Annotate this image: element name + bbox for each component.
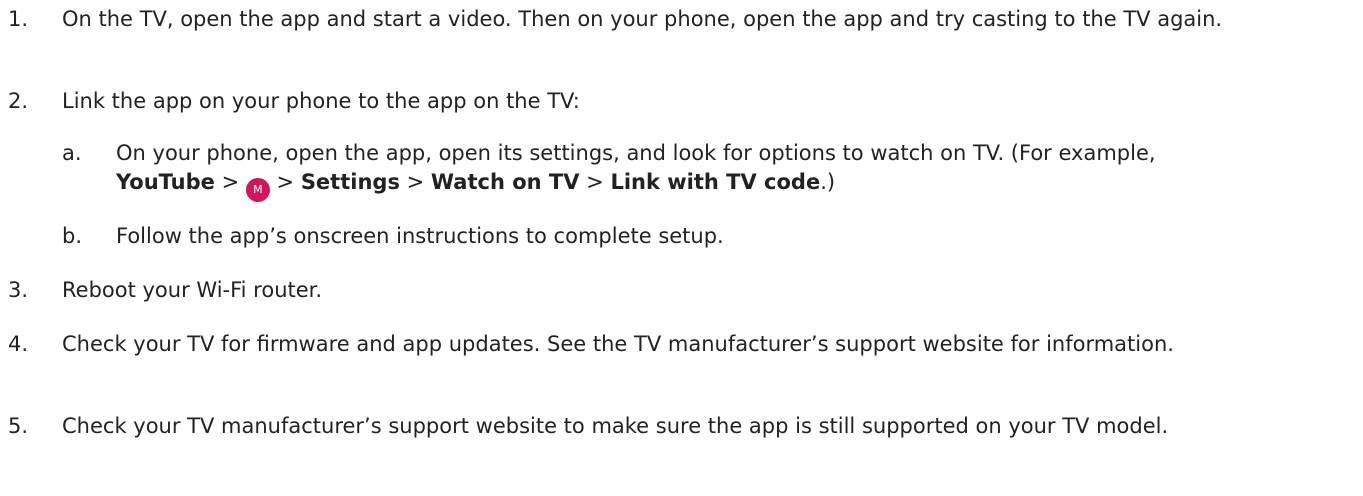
substep-text-intro: On your phone, open the app, open its se… [116,141,1156,165]
path-separator: > [214,170,246,194]
substep-text: Follow the app’s onscreen instructions t… [116,224,724,248]
account-avatar-icon: M [245,178,270,202]
substep-text: On your phone, open the app, open its se… [116,139,1356,202]
path-separator: > [269,170,301,194]
step-number: 4. [8,332,29,356]
step-text: On the TV, open the app and start a vide… [62,7,1223,31]
path-end: .) [820,170,836,194]
path-separator: > [399,170,431,194]
step-number: 2. [8,89,29,113]
step-text: Link the app on your phone to the app on… [62,89,580,113]
step-number: 3. [8,278,29,302]
path-separator: > [579,170,611,194]
path-watch-on-tv: Watch on TV [430,170,580,194]
step-text: Check your TV for firmware and app updat… [62,332,1174,356]
path-link-with-tv-code: Link with TV code [610,170,821,194]
path-youtube: YouTube [116,170,215,194]
troubleshooting-steps: 1. On the TV, open the app and start a v… [0,0,1363,496]
path-settings: Settings [300,170,400,194]
step-text: Check your TV manufacturer’s support web… [62,414,1169,438]
step-number: 5. [8,414,29,438]
step-number: 1. [8,7,29,31]
substep-letter: a. [62,141,82,165]
substep-letter: b. [62,224,83,248]
step-text: Reboot your Wi-Fi router. [62,278,323,302]
